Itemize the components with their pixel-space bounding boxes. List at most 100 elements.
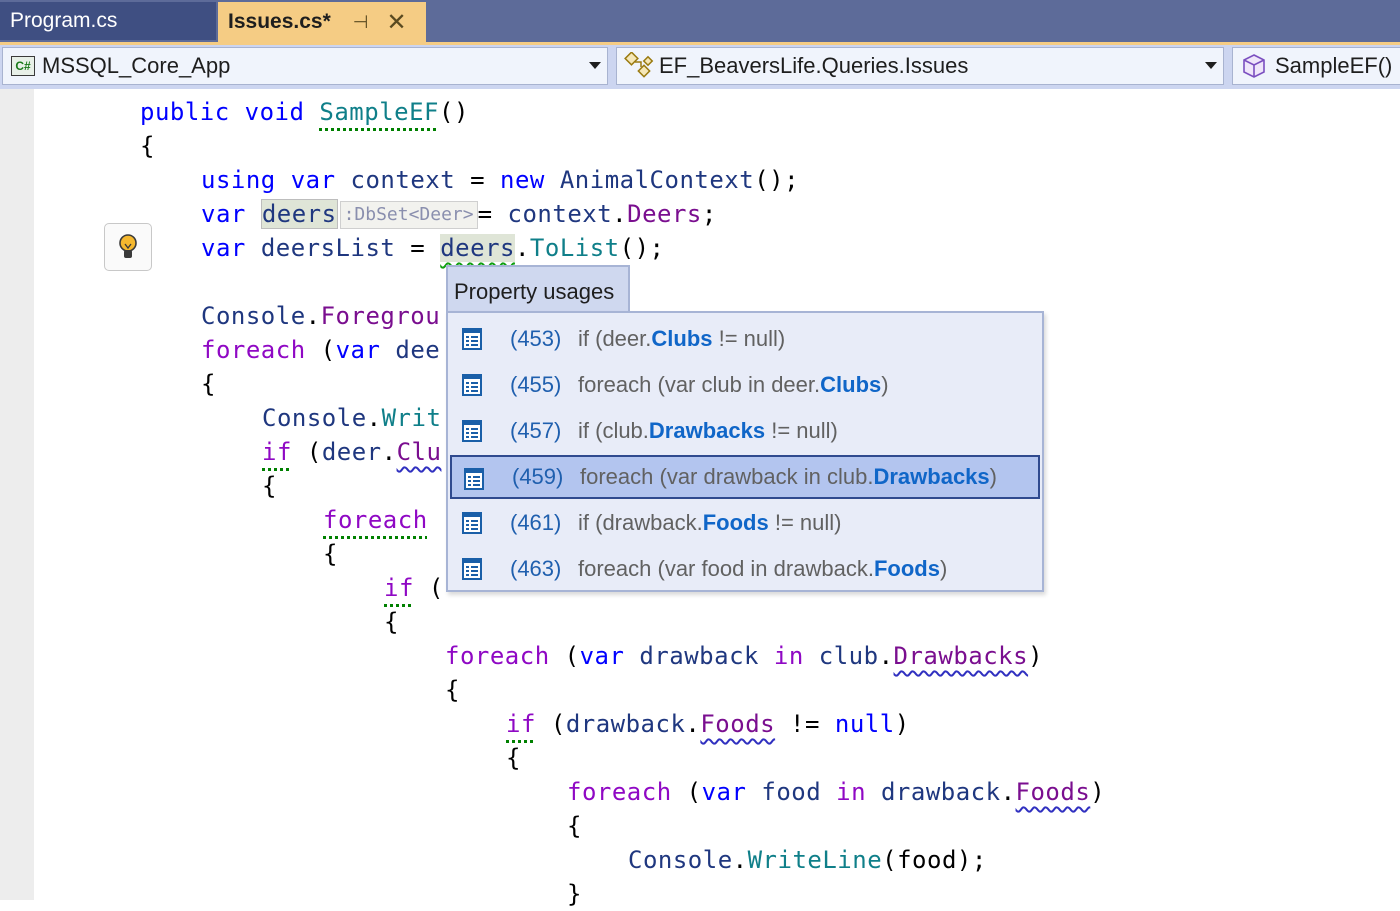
keyword: var xyxy=(579,642,625,670)
usage-line-number: (459) xyxy=(512,464,564,489)
usage-line-number: (457) xyxy=(510,418,562,443)
popup-title: Property usages xyxy=(446,265,630,313)
code-line: { xyxy=(140,132,155,160)
punct: ( xyxy=(305,336,336,364)
identifier: club xyxy=(803,642,879,670)
usage-code-text: foreach (var drawback in club.Drawbacks) xyxy=(580,464,997,489)
code-line-icon xyxy=(464,468,484,490)
keyword: var xyxy=(701,778,747,806)
code-line: { xyxy=(567,812,582,840)
usage-list-item[interactable]: (457) if (club.Drawbacks != null) xyxy=(450,409,1040,453)
code-line-icon xyxy=(462,328,482,350)
type-dropdown[interactable]: EF_BeaversLife.Queries.Issues xyxy=(616,47,1224,85)
property: Clu xyxy=(396,438,442,466)
keyword: using xyxy=(201,166,276,194)
code-line: var deers:DbSet<Deer> = context.Deers; xyxy=(201,197,717,231)
keyword: in xyxy=(773,642,804,670)
tab-program-cs[interactable]: Program.cs xyxy=(0,2,216,40)
chevron-down-icon[interactable] xyxy=(589,62,601,69)
identifier: drawback xyxy=(624,642,774,670)
property: Deers xyxy=(627,200,702,228)
punct: (); xyxy=(754,166,800,194)
tab-issues-cs[interactable]: Issues.cs* ⊣ ✕ xyxy=(218,2,426,42)
method-cube-icon xyxy=(1243,54,1265,78)
code-line: { xyxy=(323,540,338,568)
code-line: using var context = new AnimalContext(); xyxy=(201,163,799,197)
keyword: public xyxy=(140,98,230,126)
keyword: void xyxy=(244,98,305,126)
code-line-icon xyxy=(462,512,482,534)
code-line: if (deer.Clu xyxy=(262,435,441,469)
usage-property-name: Drawbacks xyxy=(873,464,990,489)
close-icon[interactable]: ✕ xyxy=(386,8,406,37)
identifier: deersList xyxy=(260,234,396,262)
type-label: EF_BeaversLife.Queries.Issues xyxy=(659,53,969,78)
navigation-bar: C# MSSQL_Core_App EF_BeaversLife.Queries… xyxy=(0,45,1400,89)
tab-label: Program.cs xyxy=(10,9,118,32)
identifier: drawback xyxy=(565,710,686,738)
punct: ( xyxy=(535,710,566,738)
identifier: food xyxy=(746,778,837,806)
method-name[interactable]: SampleEF xyxy=(319,98,439,126)
punct: (food); xyxy=(882,846,987,874)
punct: . xyxy=(685,710,701,738)
quick-actions-button[interactable] xyxy=(104,223,152,271)
punct: ; xyxy=(701,200,717,228)
project-label: MSSQL_Core_App xyxy=(42,53,231,78)
usage-property-name: Foods xyxy=(873,556,940,581)
pin-icon[interactable]: ⊣ xyxy=(353,12,369,33)
property-usages-popup: (453) if (deer.Clubs != null) (455) foreach… xyxy=(446,311,1044,592)
chevron-down-icon[interactable] xyxy=(1205,62,1217,69)
usage-list-item[interactable]: (453) if (deer.Clubs != null) xyxy=(450,317,1040,361)
code-line: { xyxy=(384,608,399,636)
highlighted-identifier[interactable]: deers xyxy=(440,234,515,262)
code-line: Console.Writ xyxy=(262,401,441,435)
property: Drawbacks xyxy=(893,642,1029,670)
usage-list-item[interactable]: (463) foreach (var food in drawback.Foods… xyxy=(450,547,1040,591)
code-line: } xyxy=(567,880,582,908)
keyword: in xyxy=(836,778,867,806)
keyword: new xyxy=(500,166,545,194)
keyword: if xyxy=(384,574,414,602)
usage-property-name: Foods xyxy=(702,510,769,535)
class-icon xyxy=(624,52,654,78)
code-line: foreach (var food in drawback.Foods) xyxy=(567,775,1105,809)
usage-list-item[interactable]: (455) foreach (var club in deer.Clubs) xyxy=(450,363,1040,407)
code-line: { xyxy=(506,744,521,772)
identifier: Console xyxy=(628,846,733,874)
project-dropdown[interactable]: C# MSSQL_Core_App xyxy=(2,47,608,85)
punct: ) xyxy=(894,710,910,738)
usage-list-item[interactable]: (459) foreach (var drawback in club.Drawb… xyxy=(450,455,1040,499)
inline-type-hint: :DbSet<Deer> xyxy=(339,201,478,229)
identifier: Console xyxy=(201,302,306,330)
usage-list-item[interactable]: (461) if (drawback.Foods != null) xyxy=(450,501,1040,545)
punct: ) xyxy=(1028,642,1044,670)
identifier: dee xyxy=(380,336,441,364)
code-line: { xyxy=(201,370,216,398)
editor-gutter xyxy=(0,89,34,900)
code-line-icon xyxy=(462,558,482,580)
punct: ) xyxy=(1090,778,1106,806)
usage-code-text: if (club.Drawbacks != null) xyxy=(578,418,838,443)
code-line: { xyxy=(445,676,460,704)
usage-code-text: if (drawback.Foods != null) xyxy=(578,510,842,535)
usage-line-number: (455) xyxy=(510,372,562,397)
highlighted-identifier[interactable]: deers xyxy=(260,199,338,229)
usage-code-text: foreach (var club in deer.Clubs) xyxy=(578,372,889,397)
tab-label: Issues.cs* xyxy=(228,10,331,33)
csharp-project-icon: C# xyxy=(11,56,35,76)
punct: ( xyxy=(413,574,444,602)
code-line: foreach (var drawback in club.Drawbacks) xyxy=(445,639,1043,673)
identifier: context xyxy=(350,166,456,194)
document-tab-strip: Program.cs Issues.cs* ⊣ ✕ xyxy=(0,0,1400,42)
keyword: if xyxy=(506,710,536,738)
keyword: null xyxy=(834,710,895,738)
identifier: deer xyxy=(321,438,382,466)
code-line: if (drawback.Foods != null) xyxy=(506,707,910,741)
usage-code-text: foreach (var food in drawback.Foods) xyxy=(578,556,948,581)
property: Foods xyxy=(1015,778,1091,806)
member-dropdown[interactable]: SampleEF() xyxy=(1232,47,1400,85)
keyword: foreach xyxy=(323,506,428,534)
code-line: if ( xyxy=(384,571,444,605)
member-label: SampleEF() xyxy=(1275,53,1393,78)
